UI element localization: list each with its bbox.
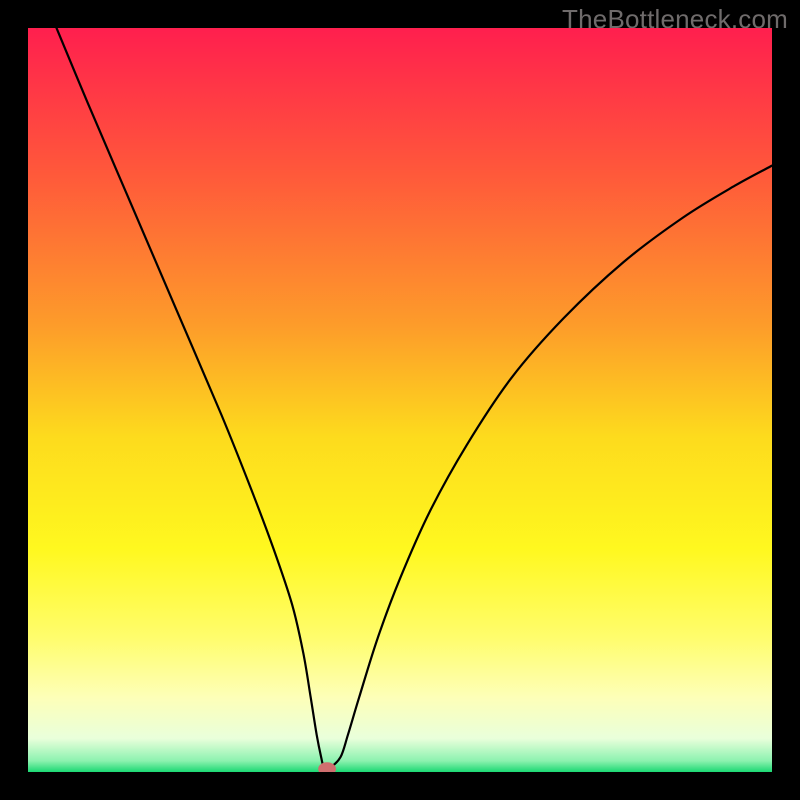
plot-area [28, 28, 772, 772]
outer-frame: TheBottleneck.com [0, 0, 800, 800]
chart-svg [28, 28, 772, 772]
gradient-background [28, 28, 772, 772]
